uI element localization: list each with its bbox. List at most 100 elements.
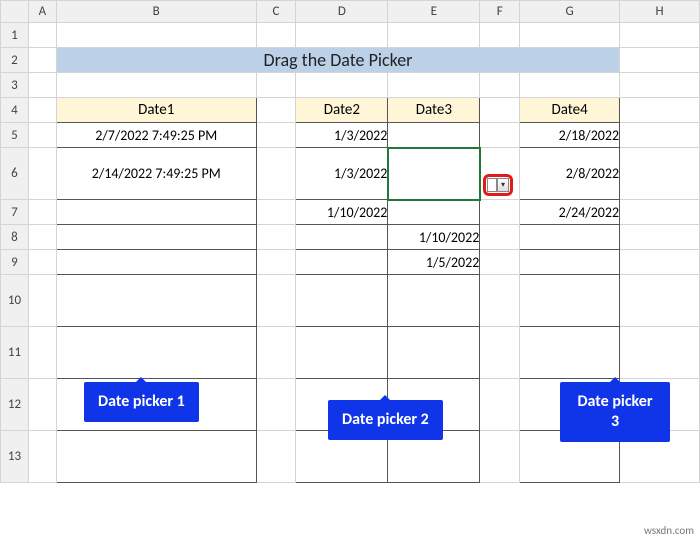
cell-date1-r9[interactable] xyxy=(56,250,256,275)
cell-date4-r8[interactable] xyxy=(520,225,620,250)
cell-date1-r5[interactable]: 2/7/2022 7:49:25 PM xyxy=(56,123,256,148)
cell[interactable] xyxy=(56,73,256,98)
row-header-9[interactable]: 9 xyxy=(1,250,29,275)
cell[interactable] xyxy=(520,73,620,98)
col-header-E[interactable]: E xyxy=(388,1,480,23)
row-header-7[interactable]: 7 xyxy=(1,200,29,225)
title-cell[interactable]: Drag the Date Picker xyxy=(56,48,619,73)
cell-date2-r7[interactable]: 1/10/2022 xyxy=(296,200,388,225)
cell[interactable] xyxy=(256,200,296,225)
cell[interactable] xyxy=(28,275,56,327)
cell-date3-r5[interactable] xyxy=(388,123,480,148)
cell-date1-r10[interactable] xyxy=(56,275,256,327)
cell[interactable] xyxy=(296,73,388,98)
cell-date4-r7[interactable]: 2/24/2022 xyxy=(520,200,620,225)
cell[interactable] xyxy=(620,327,700,379)
row-header-4[interactable]: 4 xyxy=(1,98,29,123)
cell-date2-r8[interactable] xyxy=(296,225,388,250)
cell-date2-r9[interactable] xyxy=(296,250,388,275)
cell[interactable] xyxy=(480,98,520,123)
date-picker-field[interactable] xyxy=(487,178,497,192)
cell[interactable] xyxy=(256,23,296,48)
cell-date3-r9[interactable]: 1/5/2022 xyxy=(388,250,480,275)
cell-date3-r8[interactable]: 1/10/2022 xyxy=(388,225,480,250)
col-header-A[interactable]: A xyxy=(28,1,56,23)
cell[interactable] xyxy=(480,379,520,431)
cell-date4-r6[interactable]: 2/8/2022 xyxy=(520,148,620,200)
row-header-5[interactable]: 5 xyxy=(1,123,29,148)
col-header-B[interactable]: B xyxy=(56,1,256,23)
cell-date3-r6-active[interactable] xyxy=(388,148,480,200)
cell[interactable] xyxy=(620,73,700,98)
header-date3[interactable]: Date3 xyxy=(388,98,480,123)
cell[interactable] xyxy=(28,431,56,483)
cell[interactable] xyxy=(28,23,56,48)
cell[interactable] xyxy=(480,123,520,148)
cell-date4-r11[interactable] xyxy=(520,327,620,379)
header-date2[interactable]: Date2 xyxy=(296,98,388,123)
cell[interactable] xyxy=(388,73,480,98)
cell[interactable] xyxy=(56,23,256,48)
cell[interactable] xyxy=(296,23,388,48)
cell-date4-r9[interactable] xyxy=(520,250,620,275)
cell-date3-r10[interactable] xyxy=(388,275,480,327)
cell[interactable] xyxy=(256,431,296,483)
row-header-6[interactable]: 6 xyxy=(1,148,29,200)
cell[interactable] xyxy=(256,275,296,327)
cell[interactable] xyxy=(480,250,520,275)
header-date1[interactable]: Date1 xyxy=(56,98,256,123)
cell[interactable] xyxy=(256,123,296,148)
cell[interactable] xyxy=(620,23,700,48)
cell-date1-r8[interactable] xyxy=(56,225,256,250)
cell[interactable] xyxy=(256,98,296,123)
cell-date4-r10[interactable] xyxy=(520,275,620,327)
cell-date2-r5[interactable]: 1/3/2022 xyxy=(296,123,388,148)
select-all-corner[interactable] xyxy=(1,1,29,23)
cell-date2-r11[interactable] xyxy=(296,327,388,379)
row-header-10[interactable]: 10 xyxy=(1,275,29,327)
cell[interactable] xyxy=(620,48,700,73)
cell-date3-r7[interactable] xyxy=(388,200,480,225)
cell[interactable] xyxy=(256,148,296,200)
col-header-H[interactable]: H xyxy=(620,1,700,23)
cell[interactable] xyxy=(620,225,700,250)
chevron-down-icon[interactable]: ▾ xyxy=(497,178,509,192)
cell[interactable] xyxy=(620,148,700,200)
cell-date1-r6[interactable]: 2/14/2022 7:49:25 PM xyxy=(56,148,256,200)
cell[interactable] xyxy=(256,225,296,250)
cell[interactable] xyxy=(28,73,56,98)
row-header-11[interactable]: 11 xyxy=(1,327,29,379)
date-picker-control[interactable]: ▾ xyxy=(483,174,513,196)
cell[interactable] xyxy=(620,123,700,148)
cell[interactable] xyxy=(28,48,56,73)
cell[interactable] xyxy=(28,250,56,275)
row-header-8[interactable]: 8 xyxy=(1,225,29,250)
cell[interactable] xyxy=(620,200,700,225)
col-header-G[interactable]: G xyxy=(520,1,620,23)
header-date4[interactable]: Date4 xyxy=(520,98,620,123)
cell-date3-r11[interactable] xyxy=(388,327,480,379)
row-header-2[interactable]: 2 xyxy=(1,48,29,73)
cell[interactable] xyxy=(480,200,520,225)
cell-date2-r6[interactable]: 1/3/2022 xyxy=(296,148,388,200)
cell-date2-r10[interactable] xyxy=(296,275,388,327)
cell-date1-r13[interactable] xyxy=(56,431,256,483)
col-header-D[interactable]: D xyxy=(296,1,388,23)
row-header-3[interactable]: 3 xyxy=(1,73,29,98)
cell[interactable] xyxy=(388,23,480,48)
cell[interactable] xyxy=(28,98,56,123)
col-header-C[interactable]: C xyxy=(256,1,296,23)
cell[interactable] xyxy=(28,379,56,431)
cell[interactable] xyxy=(256,250,296,275)
cell[interactable] xyxy=(480,275,520,327)
cell[interactable] xyxy=(256,327,296,379)
cell[interactable] xyxy=(480,327,520,379)
cell[interactable] xyxy=(520,23,620,48)
cell-date1-r11[interactable] xyxy=(56,327,256,379)
cell[interactable] xyxy=(28,148,56,200)
cell[interactable] xyxy=(28,327,56,379)
cell[interactable] xyxy=(28,225,56,250)
cell-date1-r7[interactable] xyxy=(56,200,256,225)
col-header-F[interactable]: F xyxy=(480,1,520,23)
row-header-13[interactable]: 13 xyxy=(1,431,29,483)
